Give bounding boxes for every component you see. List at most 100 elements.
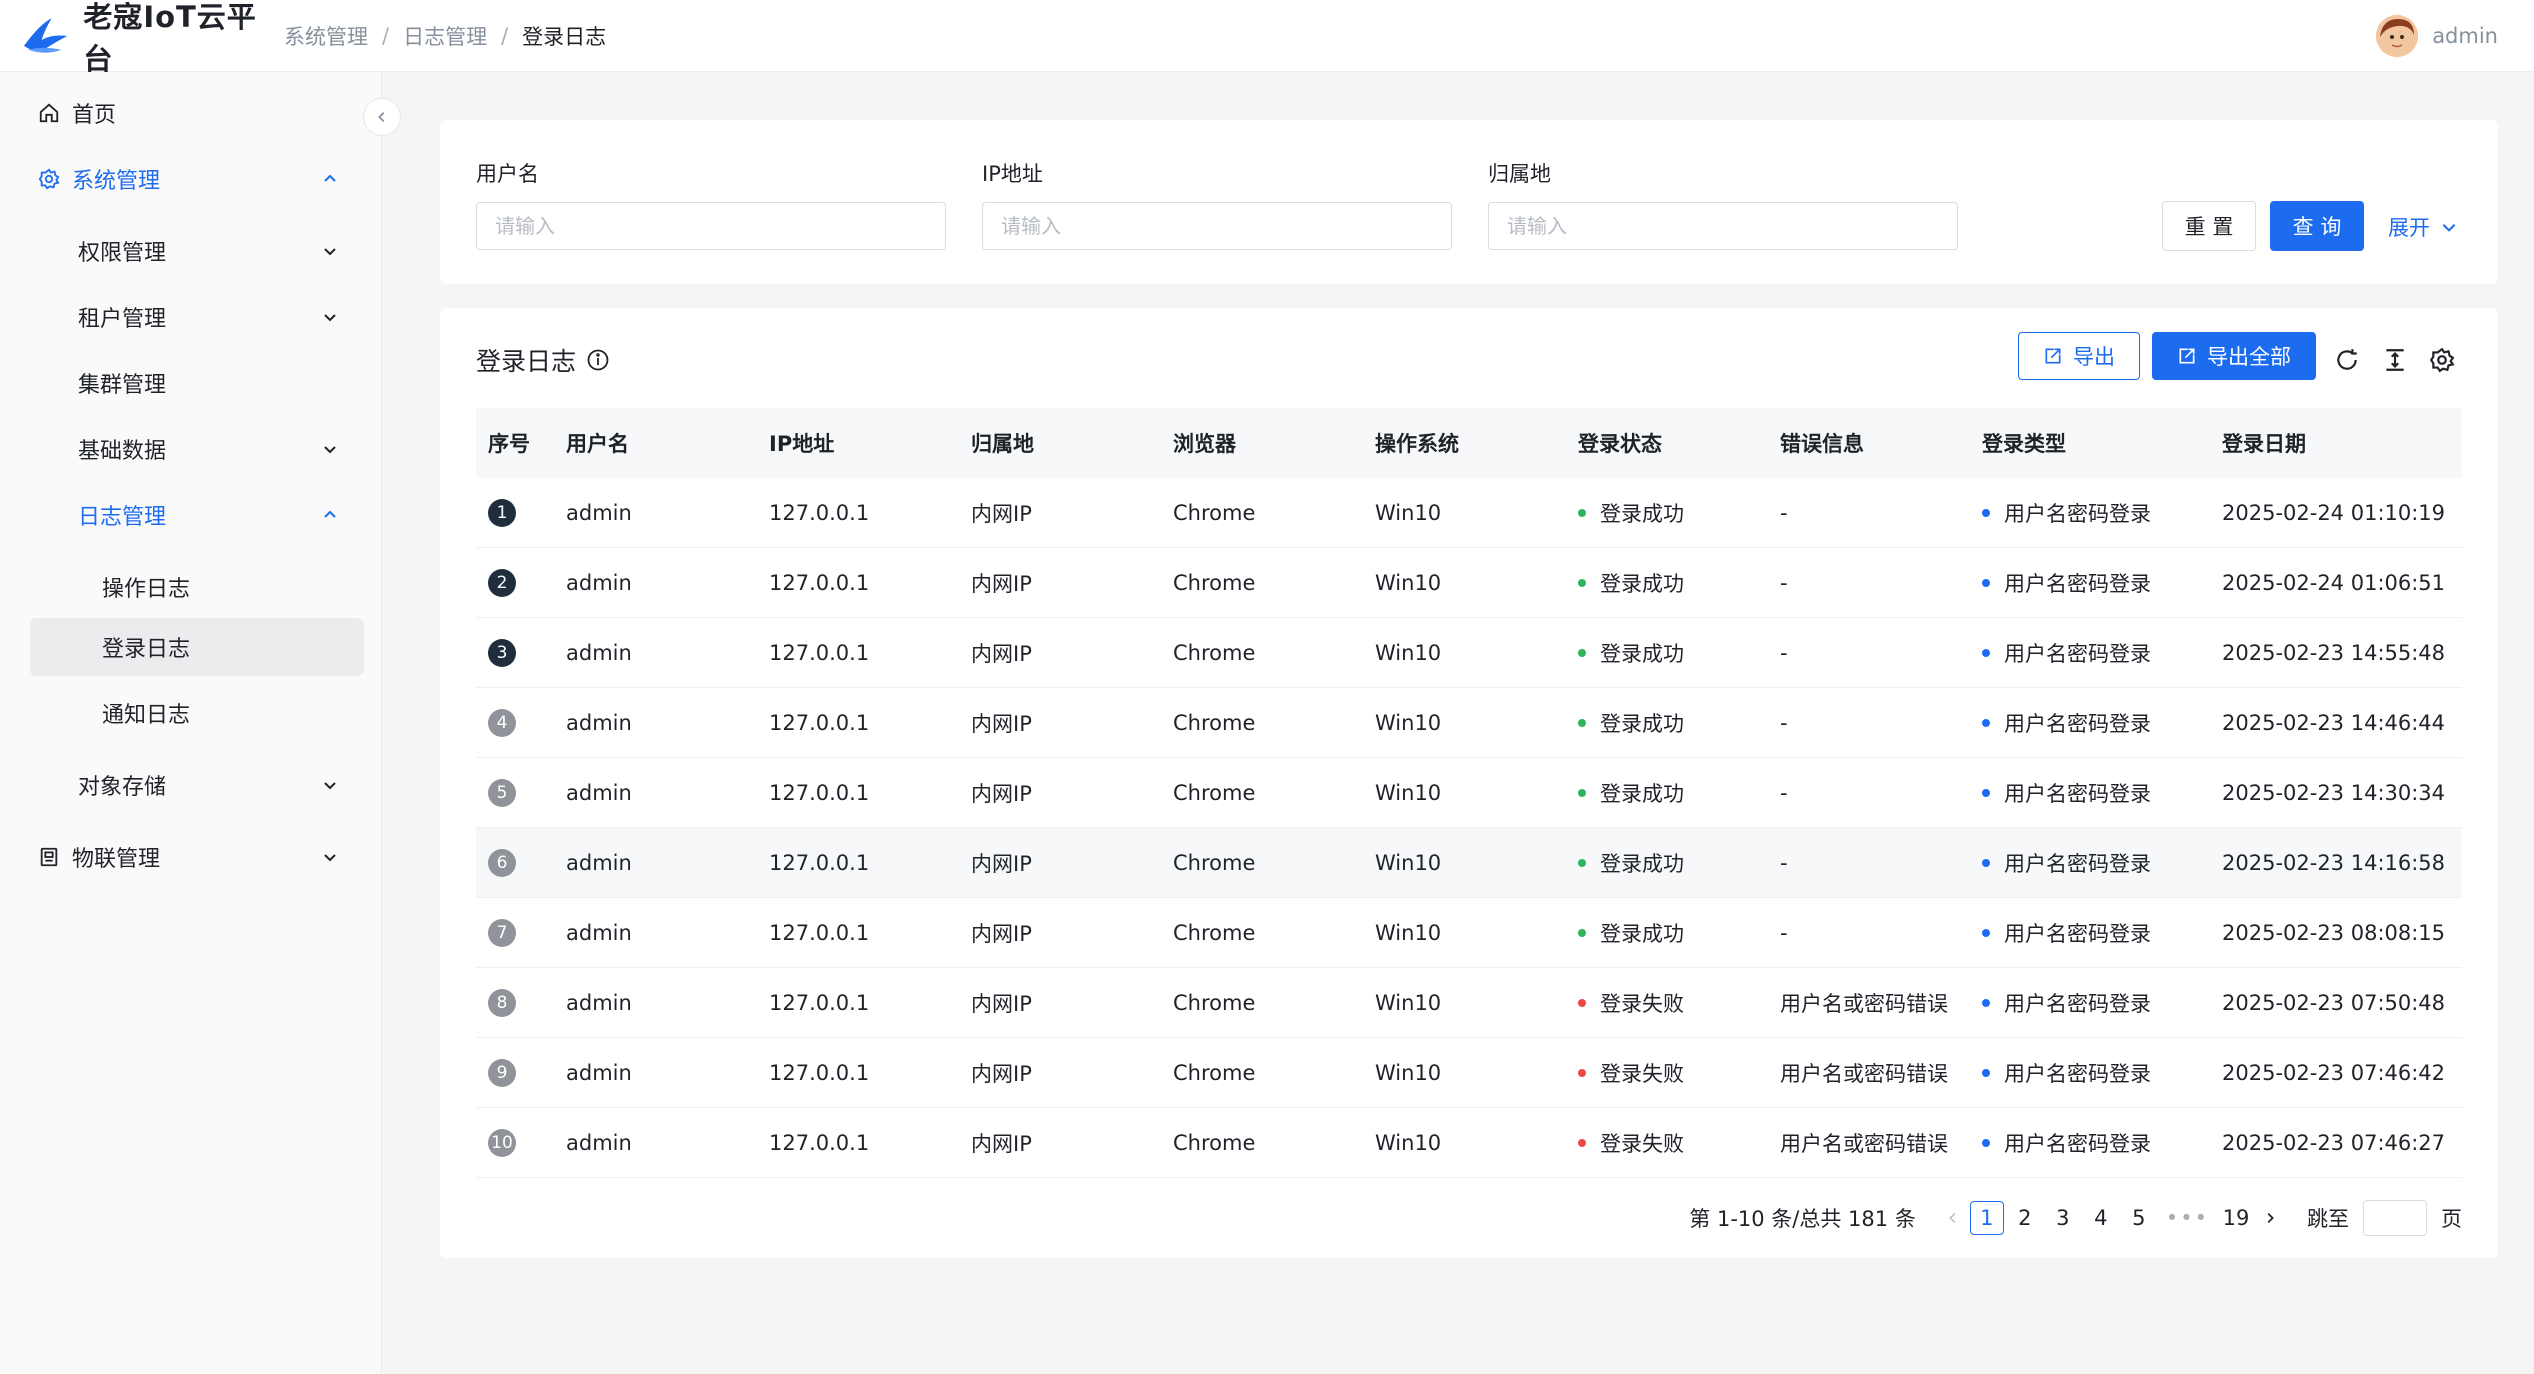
status-cell: 登录成功	[1578, 778, 1780, 808]
error-cell: 用户名或密码错误	[1780, 991, 1948, 1016]
table-row[interactable]: 4 admin 127.0.0.1 内网IP Chrome Win10 登录成功 - 用户名密码…	[476, 688, 2462, 758]
status-text: 登录成功	[1600, 641, 1684, 666]
sidebar-item-iot[interactable]: 物联管理	[30, 828, 364, 886]
table-row[interactable]: 6 admin 127.0.0.1 内网IP Chrome Win10 登录成功 - 用户名密码…	[476, 828, 2462, 898]
sidebar-item-system[interactable]: 系统管理	[30, 150, 364, 208]
page-ellipsis[interactable]: •••	[2166, 1206, 2209, 1230]
location-cell: 内网IP	[971, 781, 1032, 806]
table-row[interactable]: 2 admin 127.0.0.1 内网IP Chrome Win10 登录成功 - 用户名密码…	[476, 548, 2462, 618]
prev-page-button[interactable]	[1938, 1206, 1968, 1230]
error-cell: -	[1780, 500, 1788, 525]
ip-input[interactable]	[982, 202, 1452, 250]
os-cell: Win10	[1375, 990, 1442, 1015]
error-cell: -	[1780, 850, 1788, 875]
username-input[interactable]	[476, 202, 946, 250]
status-dot	[1578, 1138, 1586, 1147]
type-dot	[1982, 998, 1990, 1007]
ip-cell: 127.0.0.1	[769, 570, 870, 595]
os-cell: Win10	[1375, 850, 1442, 875]
ip-cell: 127.0.0.1	[769, 710, 870, 735]
chevron-up-icon	[318, 167, 342, 191]
ip-cell: 127.0.0.1	[769, 990, 870, 1015]
app-title: 老寇IoT云平台	[83, 0, 257, 76]
chevron-left-icon	[378, 112, 385, 122]
user-menu[interactable]: admin	[2376, 0, 2498, 72]
login-type-text: 用户名密码登录	[2004, 711, 2151, 736]
page-4-button[interactable]: 4	[2084, 1201, 2118, 1235]
density-icon[interactable]	[2381, 346, 2409, 374]
refresh-icon[interactable]	[2333, 346, 2361, 374]
row-index-cell: 9	[476, 1058, 566, 1087]
export-all-label: 导出全部	[2207, 345, 2291, 369]
chevron-down-icon	[318, 773, 342, 797]
jump-page-input[interactable]	[2363, 1200, 2427, 1236]
sidebar-item-login-log[interactable]: 登录日志	[30, 618, 364, 676]
username-cell: admin	[566, 1130, 632, 1155]
sidebar-item-permission[interactable]: 权限管理	[30, 222, 364, 280]
login-log-table-card: 登录日志 导出 导出全部 序号 用户名 IP地址 归属地 浏览器 操作系统 登录…	[440, 308, 2498, 1258]
table-row[interactable]: 1 admin 127.0.0.1 内网IP Chrome Win10 登录成功 - 用户名密码…	[476, 478, 2462, 548]
jump-label: 跳至	[2307, 1207, 2349, 1231]
sidebar-item-object-storage[interactable]: 对象存储	[30, 756, 364, 814]
page-3-button[interactable]: 3	[2046, 1201, 2080, 1235]
export-button[interactable]: 导出	[2018, 332, 2140, 380]
sidebar-item-home[interactable]: 首页	[30, 84, 364, 142]
sidebar-item-label: 通知日志	[102, 703, 191, 728]
type-dot	[1982, 788, 1990, 797]
sidebar-item-tenant[interactable]: 租户管理	[30, 288, 364, 346]
status-text: 登录失败	[1600, 1061, 1684, 1086]
next-page-button[interactable]	[2255, 1206, 2285, 1230]
location-input[interactable]	[1488, 202, 1958, 250]
username-cell: admin	[566, 780, 632, 805]
browser-cell: Chrome	[1173, 640, 1256, 665]
info-icon[interactable]	[586, 348, 610, 372]
user-name: admin	[2432, 24, 2498, 48]
column-header: IP地址	[769, 432, 835, 456]
login-type-cell: 用户名密码登录	[1982, 638, 2222, 668]
sidebar-collapse-button[interactable]	[363, 98, 401, 136]
username-cell: admin	[566, 640, 632, 665]
status-cell: 登录失败	[1578, 1128, 1780, 1158]
sidebar-item-log[interactable]: 日志管理	[30, 486, 364, 544]
error-cell: -	[1780, 710, 1788, 735]
sidebar-item-notice-log[interactable]: 通知日志	[30, 684, 364, 742]
table-row[interactable]: 3 admin 127.0.0.1 内网IP Chrome Win10 登录成功 - 用户名密码…	[476, 618, 2462, 688]
logo-icon	[23, 17, 68, 53]
table-row[interactable]: 8 admin 127.0.0.1 内网IP Chrome Win10 登录失败 用户名或密码…	[476, 968, 2462, 1038]
breadcrumb-item-current: 登录日志	[522, 24, 607, 49]
row-index-badge: 8	[488, 988, 516, 1017]
export-icon	[2179, 348, 2195, 364]
table-row[interactable]: 10 admin 127.0.0.1 内网IP Chrome Win10 登录失败 用户名或密…	[476, 1108, 2462, 1178]
query-button[interactable]: 查 询	[2270, 201, 2364, 251]
os-cell: Win10	[1375, 500, 1442, 525]
sidebar-item-operation-log[interactable]: 操作日志	[30, 558, 364, 616]
export-icon	[2045, 348, 2061, 364]
location-cell: 内网IP	[971, 711, 1032, 736]
type-dot	[1982, 578, 1990, 587]
page-2-button[interactable]: 2	[2008, 1201, 2042, 1235]
expand-button[interactable]: 展开	[2388, 212, 2458, 242]
logo[interactable]: 老寇IoT云平台	[22, 0, 284, 78]
page-last-button[interactable]: 19	[2219, 1201, 2253, 1235]
login-type-text: 用户名密码登录	[2004, 781, 2151, 806]
login-type-cell: 用户名密码登录	[1982, 568, 2222, 598]
table-row[interactable]: 7 admin 127.0.0.1 内网IP Chrome Win10 登录成功 - 用户名密码…	[476, 898, 2462, 968]
username-cell: admin	[566, 990, 632, 1015]
export-all-button[interactable]: 导出全部	[2152, 332, 2316, 380]
page-1-button[interactable]: 1	[1969, 1201, 2004, 1235]
reset-button[interactable]: 重 置	[2162, 201, 2256, 251]
breadcrumb-item-system[interactable]: 系统管理	[284, 21, 368, 51]
error-cell: -	[1780, 570, 1788, 595]
sidebar-item-base-data[interactable]: 基础数据	[30, 420, 364, 478]
table-row[interactable]: 9 admin 127.0.0.1 内网IP Chrome Win10 登录失败 用户名或密码…	[476, 1038, 2462, 1108]
avatar[interactable]	[2376, 15, 2419, 57]
column-header: 用户名	[566, 432, 629, 456]
sidebar-item-cluster[interactable]: 集群管理	[30, 354, 364, 412]
row-index-cell: 1	[476, 498, 566, 527]
page-5-button[interactable]: 5	[2122, 1201, 2156, 1235]
ip-label: IP地址	[982, 162, 1043, 186]
breadcrumb-item-log[interactable]: 日志管理	[403, 21, 487, 51]
table-row[interactable]: 5 admin 127.0.0.1 内网IP Chrome Win10 登录成功 - 用户名密码…	[476, 758, 2462, 828]
column-header: 操作系统	[1375, 432, 1459, 456]
settings-icon[interactable]	[2428, 346, 2456, 374]
